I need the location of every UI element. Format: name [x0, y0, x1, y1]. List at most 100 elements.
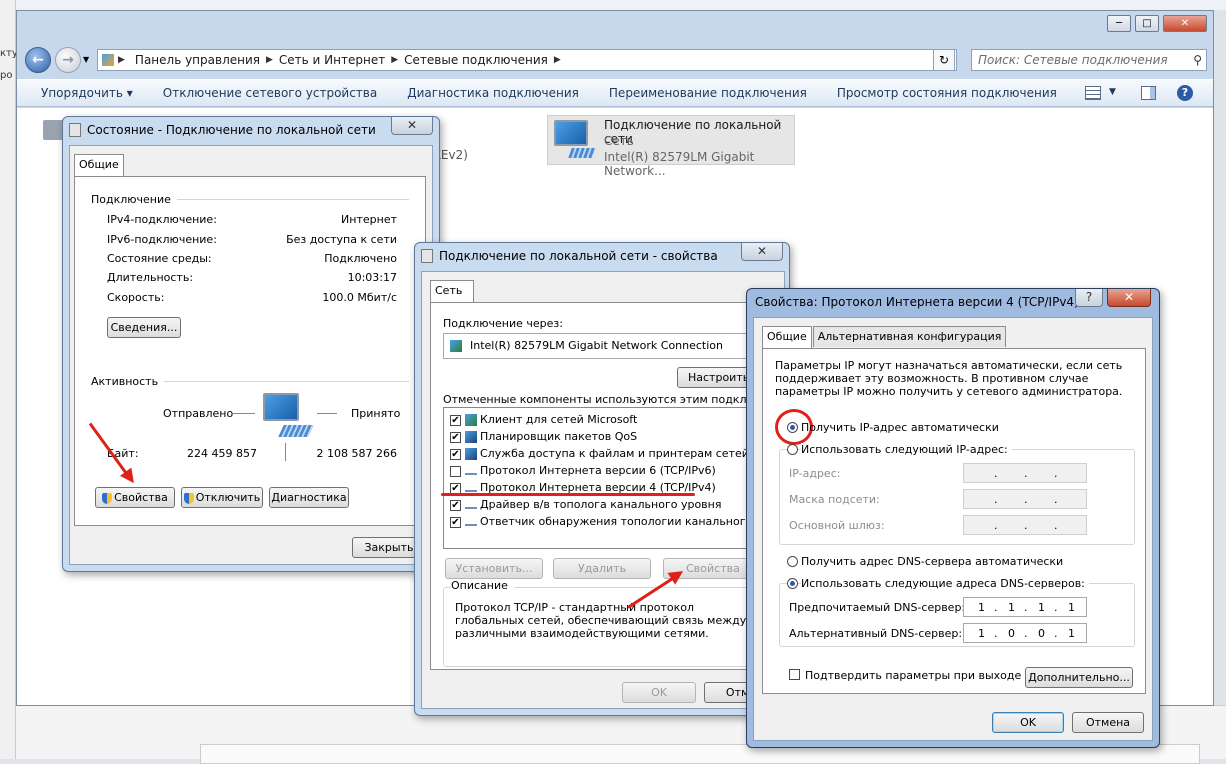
- address-row: ← → ▼ ▶ Панель управления ▶ Сеть и Интер…: [21, 47, 1209, 75]
- history-dropdown-icon[interactable]: ▼: [83, 55, 89, 64]
- component-item[interactable]: ✔ Драйвер в/в тополога канального уровня: [450, 497, 721, 513]
- component-item[interactable]: ✔ Ответчик обнаружения топологии канально…: [450, 514, 782, 530]
- close-icon[interactable]: ✕: [741, 243, 783, 261]
- manual-ip-radio[interactable]: [787, 444, 798, 455]
- control-panel-icon: [102, 54, 114, 66]
- maximize-button[interactable]: □: [1135, 15, 1159, 32]
- organize-button[interactable]: Упорядочить ▾: [17, 86, 148, 100]
- manual-dns-radio[interactable]: [787, 578, 798, 589]
- alternate-dns-label: Альтернативный DNS-сервер:: [789, 627, 963, 640]
- forward-button[interactable]: →: [55, 47, 81, 73]
- status-dialog: Состояние - Подключение по локальной сет…: [62, 116, 440, 572]
- disable-label: Отключить: [195, 491, 261, 504]
- component-checkbox[interactable]: ✔: [450, 414, 461, 426]
- media-state-label: Состояние среды:: [107, 252, 212, 265]
- details-button[interactable]: Сведения...: [107, 317, 181, 338]
- dns-octet: 1: [978, 627, 986, 640]
- service-icon: [465, 448, 477, 460]
- tab-general[interactable]: Общие: [74, 154, 124, 176]
- tab-panel: Подключение через: Intel(R) 82579LM Giga…: [430, 302, 798, 670]
- dialog-title: Свойства: Протокол Интернета версии 4 (T…: [755, 295, 1079, 309]
- breadcrumb-chevron-icon[interactable]: ▶: [266, 55, 273, 65]
- alternate-dns-input[interactable]: 1. 0. 0. 1: [963, 623, 1087, 643]
- tab-alternate-config[interactable]: Альтернативная конфигурация: [812, 326, 1007, 347]
- minimize-button[interactable]: ─: [1107, 15, 1131, 32]
- component-checkbox[interactable]: ✔: [450, 482, 461, 494]
- components-list[interactable]: ✔ Клиент для сетей Microsoft ✔ Планировщик…: [443, 407, 783, 549]
- close-window-button[interactable]: ✕: [1163, 15, 1207, 32]
- network-properties-icon: [421, 249, 433, 263]
- gateway-input[interactable]: ...: [963, 515, 1087, 535]
- view-dropdown-icon[interactable]: ▼: [1109, 87, 1116, 97]
- activity-computer-icon: [263, 393, 299, 421]
- manual-dns-label: Использовать следующие адреса DNS-сервер…: [801, 577, 1089, 590]
- component-checkbox[interactable]: ✔: [450, 516, 461, 528]
- disable-button[interactable]: Отключить: [181, 487, 263, 508]
- breadcrumb-network-connections[interactable]: Сетевые подключения: [398, 53, 554, 67]
- help-icon[interactable]: ?: [1177, 85, 1193, 101]
- component-item[interactable]: ✔ Клиент для сетей Microsoft: [450, 412, 637, 428]
- breadcrumb-chevron-icon[interactable]: ▶: [391, 55, 398, 65]
- search-input[interactable]: Поиск: Сетевые подключения ⚲: [971, 49, 1207, 71]
- component-label: Планировщик пакетов QoS: [480, 430, 638, 443]
- dns-octet: 0: [1038, 627, 1046, 640]
- breadcrumb-network-internet[interactable]: Сеть и Интернет: [273, 53, 391, 67]
- advanced-button[interactable]: Дополнительно...: [1025, 667, 1133, 688]
- refresh-icon[interactable]: ↻: [933, 49, 955, 71]
- tab-network[interactable]: Сеть: [430, 280, 474, 302]
- ip-address-input[interactable]: ...: [963, 463, 1087, 483]
- client-icon: [465, 414, 477, 426]
- breadcrumb-chevron-icon[interactable]: ▶: [554, 55, 561, 65]
- view-options-icon[interactable]: [1085, 86, 1101, 100]
- media-state-value: Подключено: [324, 252, 397, 265]
- subnet-mask-input[interactable]: ...: [963, 489, 1087, 509]
- component-label: Драйвер в/в тополога канального уровня: [480, 498, 722, 511]
- close-icon[interactable]: ✕: [391, 117, 433, 135]
- subnet-mask-label: Маска подсети:: [789, 493, 880, 506]
- bytes-received-value: 2 108 587 266: [316, 447, 397, 460]
- description-label: Описание: [451, 579, 514, 592]
- command-bar: Упорядочить ▾ Отключение сетевого устрой…: [17, 79, 1213, 107]
- preferred-dns-input[interactable]: 1. 1. 1. 1: [963, 597, 1087, 617]
- component-checkbox[interactable]: ✔: [450, 448, 461, 460]
- activity-cable-icon: [278, 425, 314, 437]
- breadcrumb-control-panel[interactable]: Панель управления: [129, 53, 266, 67]
- dialog-body: Сеть Подключение через: Intel(R) 82579LM…: [421, 271, 798, 709]
- component-item[interactable]: ✔ Планировщик пакетов QoS: [450, 429, 637, 445]
- duration-label: Длительность:: [107, 271, 194, 284]
- ok-button[interactable]: OK: [622, 682, 696, 703]
- properties-label: Свойства: [114, 491, 168, 504]
- help-icon[interactable]: ?: [1075, 289, 1103, 307]
- connection-adapter: Intel(R) 82579LM Gigabit Network...: [604, 150, 755, 178]
- ipv6-value: Без доступа к сети: [286, 233, 397, 246]
- disable-device-button[interactable]: Отключение сетевого устройства: [148, 86, 392, 100]
- address-bar[interactable]: ▶ Панель управления ▶ Сеть и Интернет ▶ …: [97, 49, 957, 71]
- view-status-button[interactable]: Просмотр состояния подключения: [822, 86, 1072, 100]
- connection-item-local[interactable]: Подключение по локальной сети Сеть Intel…: [547, 115, 795, 178]
- remove-button[interactable]: Удалить: [553, 558, 651, 579]
- tab-general[interactable]: Общие: [762, 326, 812, 348]
- close-icon[interactable]: ✕: [1107, 289, 1151, 307]
- preview-pane-icon[interactable]: [1141, 86, 1156, 100]
- diagnose-button[interactable]: Диагностика: [269, 487, 349, 508]
- cancel-button[interactable]: Отмена: [1072, 712, 1144, 733]
- validate-checkbox[interactable]: [789, 669, 800, 680]
- tab-panel: Параметры IP могут назначаться автоматич…: [762, 348, 1146, 694]
- diagnose-connection-button[interactable]: Диагностика подключения: [392, 86, 594, 100]
- component-item[interactable]: ✔ Служба доступа к файлам и принтерам сет…: [450, 446, 782, 462]
- auto-dns-radio[interactable]: [787, 556, 798, 567]
- rename-connection-button[interactable]: Переименование подключения: [594, 86, 822, 100]
- search-icon[interactable]: ⚲: [1193, 50, 1202, 70]
- install-button[interactable]: Установить...: [445, 558, 543, 579]
- duration-value: 10:03:17: [347, 271, 397, 284]
- component-checkbox[interactable]: ✔: [450, 431, 461, 443]
- speed-value: 100.0 Мбит/с: [322, 291, 397, 304]
- component-item[interactable]: Протокол Интернета версии 6 (TCP/IPv6): [450, 463, 716, 479]
- component-checkbox[interactable]: ✔: [450, 499, 461, 511]
- properties-button[interactable]: Свойства: [95, 487, 175, 508]
- breadcrumb-chevron-icon[interactable]: ▶: [114, 55, 129, 65]
- component-checkbox[interactable]: [450, 465, 461, 477]
- back-button[interactable]: ←: [25, 47, 51, 73]
- description-text: Протокол TCP/IP - стандартный протокол г…: [455, 601, 747, 640]
- ok-button[interactable]: OK: [992, 712, 1064, 733]
